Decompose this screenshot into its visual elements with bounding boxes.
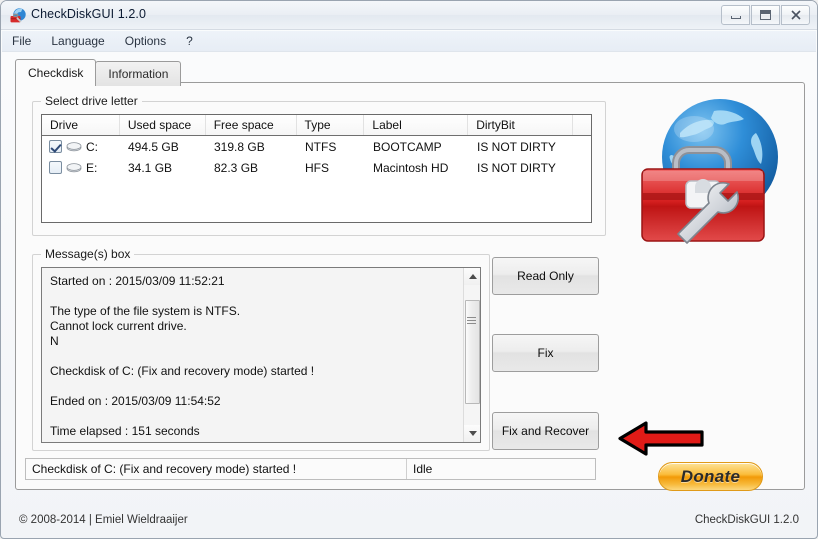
title-bar: CheckDiskGUI 1.2.0: [1, 1, 817, 30]
column-header-free-space[interactable]: Free space: [206, 115, 297, 135]
cell-free-space: 319.8 GB: [206, 140, 297, 154]
status-bar: Checkdisk of C: (Fix and recovery mode) …: [25, 458, 596, 480]
select-drive-title: Select drive letter: [41, 94, 142, 108]
message-log-text: Started on : 2015/03/09 11:52:21 The typ…: [50, 274, 458, 439]
column-header-used-space[interactable]: Used space: [120, 115, 206, 135]
cell-label: Macintosh HD: [365, 161, 469, 175]
drive-list[interactable]: Drive Used space Free space Type Label D…: [41, 114, 592, 223]
minimize-button[interactable]: [721, 5, 750, 25]
drive-letter: C:: [86, 140, 98, 154]
status-state: Idle: [407, 462, 595, 476]
cell-used-space: 494.5 GB: [120, 140, 206, 154]
tab-checkdisk[interactable]: Checkdisk: [15, 59, 96, 86]
cell-dirtybit: IS NOT DIRTY: [469, 161, 574, 175]
menu-item-options[interactable]: Options: [115, 32, 176, 50]
column-header-spacer: [573, 115, 591, 135]
application-window: CheckDiskGUI 1.2.0 File Language Options: [0, 0, 818, 539]
drive-cell-c[interactable]: C:: [42, 140, 120, 154]
scrollbar-thumb[interactable]: [465, 300, 480, 404]
table-row[interactable]: E: 34.1 GB 82.3 GB HFS Macintosh HD IS N…: [42, 157, 591, 178]
read-only-button[interactable]: Read Only: [492, 257, 599, 295]
menu-item-language[interactable]: Language: [41, 32, 114, 50]
footer-version: CheckDiskGUI 1.2.0: [695, 514, 799, 526]
window-title: CheckDiskGUI 1.2.0: [31, 7, 146, 21]
drive-checkbox-e[interactable]: [49, 161, 62, 174]
tab-information[interactable]: Information: [95, 61, 181, 86]
drive-checkbox-c[interactable]: [49, 140, 62, 153]
cell-used-space: 34.1 GB: [120, 161, 206, 175]
message-box-title: Message(s) box: [41, 247, 134, 261]
table-row[interactable]: C: 494.5 GB 319.8 GB NTFS BOOTCAMP IS NO…: [42, 136, 591, 157]
column-header-drive[interactable]: Drive: [42, 115, 120, 135]
column-header-label[interactable]: Label: [364, 115, 468, 135]
status-message: Checkdisk of C: (Fix and recovery mode) …: [26, 459, 407, 479]
menu-item-help[interactable]: ?: [176, 32, 203, 50]
select-drive-groupbox: Select drive letter Drive Used space Fre…: [32, 94, 606, 236]
chevron-up-icon: [469, 274, 477, 279]
footer-copyright: © 2008-2014 | Emiel Wieldraaijer: [19, 514, 188, 526]
window-frame: CheckDiskGUI 1.2.0 File Language Options: [0, 0, 818, 539]
fix-and-recover-button[interactable]: Fix and Recover: [492, 412, 599, 450]
cell-free-space: 82.3 GB: [206, 161, 297, 175]
menu-item-file[interactable]: File: [2, 32, 41, 50]
cell-type: NTFS: [297, 140, 365, 154]
scroll-down-button[interactable]: [464, 425, 481, 442]
maximize-button[interactable]: [751, 5, 780, 25]
message-log-scrollbar[interactable]: [463, 268, 480, 442]
window-controls: [721, 5, 810, 25]
message-box-groupbox: Message(s) box Started on : 2015/03/09 1…: [32, 247, 490, 451]
disk-drive-icon: [66, 141, 82, 152]
drive-letter: E:: [86, 161, 97, 175]
scrollbar-grip-icon: [467, 317, 476, 324]
cell-label: BOOTCAMP: [365, 140, 469, 154]
red-arrow-annotation-icon: [618, 419, 704, 458]
globe-toolbox-logo: [628, 89, 800, 254]
disk-drive-icon: [66, 162, 82, 173]
globe-toolbox-icon: [9, 7, 27, 25]
tab-strip: Checkdisk Information: [15, 59, 180, 86]
column-header-dirtybit[interactable]: DirtyBit: [468, 115, 573, 135]
cell-type: HFS: [297, 161, 365, 175]
menu-bar: File Language Options ?: [2, 31, 816, 52]
column-header-type[interactable]: Type: [297, 115, 365, 135]
scroll-up-button[interactable]: [464, 268, 481, 285]
close-icon: [790, 9, 802, 21]
fix-button[interactable]: Fix: [492, 334, 599, 372]
chevron-down-icon: [469, 431, 477, 436]
cell-dirtybit: IS NOT DIRTY: [469, 140, 574, 154]
donate-button[interactable]: Donate: [658, 462, 763, 491]
drive-list-header: Drive Used space Free space Type Label D…: [42, 115, 591, 136]
drive-cell-e[interactable]: E:: [42, 161, 120, 175]
message-log[interactable]: Started on : 2015/03/09 11:52:21 The typ…: [41, 267, 481, 443]
close-button[interactable]: [781, 5, 810, 25]
minimize-icon: [731, 16, 741, 19]
maximize-icon: [760, 10, 771, 20]
